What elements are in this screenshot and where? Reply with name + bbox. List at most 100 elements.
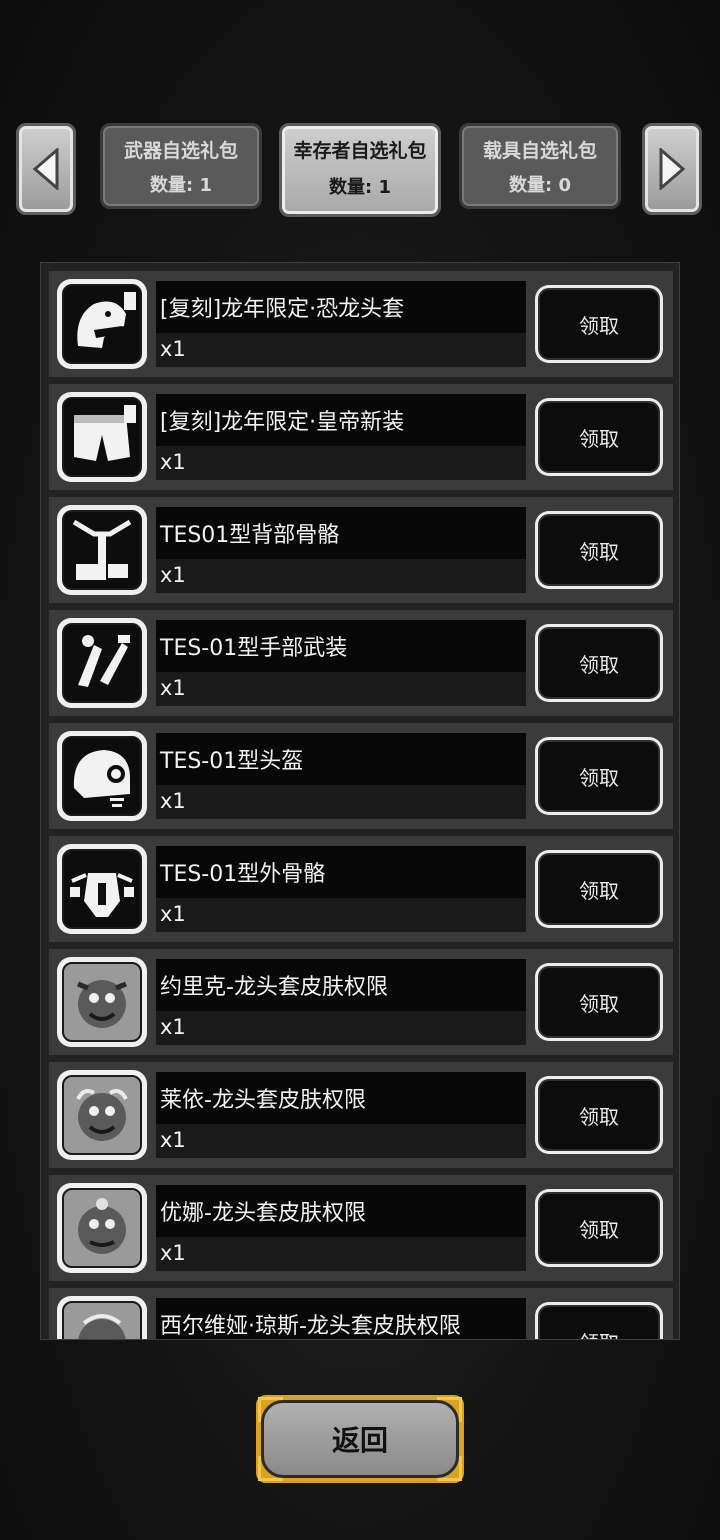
item-qty-bar: x1 xyxy=(156,1237,526,1271)
back-label: 返回 xyxy=(261,1400,459,1478)
item-icon-frame xyxy=(57,957,147,1047)
tab-weapon-pack[interactable]: 武器自选礼包 数量: 1 xyxy=(100,123,262,209)
item-icon-frame xyxy=(57,392,147,482)
item-list-panel[interactable]: [复刻]龙年限定·恐龙头套 x1 领取 [复刻]龙年限定·皇帝新装 x1 领取 xyxy=(40,262,680,1340)
list-item: [复刻]龙年限定·皇帝新装 x1 领取 xyxy=(49,384,673,490)
back-button[interactable]: 返回 xyxy=(256,1395,464,1483)
arrow-right-icon xyxy=(659,148,686,190)
item-name: TES-01型外骨骼 xyxy=(160,862,326,887)
tab-label: 载具自选礼包 xyxy=(482,140,597,162)
item-name-bar: TES-01型头盔 xyxy=(156,733,526,785)
claim-label: 领取 xyxy=(538,514,660,586)
claim-label: 领取 xyxy=(538,1192,660,1264)
item-quantity: x1 xyxy=(160,1015,186,1039)
dinosaur-head-icon xyxy=(62,284,142,364)
item-qty-bar: x1 xyxy=(156,1124,526,1158)
claim-button[interactable]: 领取 xyxy=(535,1076,663,1154)
list-item: 莱依-龙头套皮肤权限 x1 领取 xyxy=(49,1062,673,1168)
item-quantity: x1 xyxy=(160,676,186,700)
claim-label: 领取 xyxy=(538,1305,660,1339)
item-qty-bar: x1 xyxy=(156,1011,526,1045)
claim-button[interactable]: 领取 xyxy=(535,1189,663,1267)
shorts-icon xyxy=(62,397,142,477)
item-name-bar: TES-01型外骨骼 xyxy=(156,846,526,898)
claim-label: 领取 xyxy=(538,966,660,1038)
item-icon-frame xyxy=(57,844,147,934)
dragon-portrait-icon xyxy=(62,1188,142,1268)
list-item: 西尔维娅·琼斯-龙头套皮肤权限 x1 领取 xyxy=(49,1288,673,1339)
item-icon-frame xyxy=(57,505,147,595)
claim-button[interactable]: 领取 xyxy=(535,963,663,1041)
item-icon-frame xyxy=(57,279,147,369)
item-name: TES-01型手部武装 xyxy=(160,636,348,661)
exoskeleton-icon xyxy=(62,849,142,929)
list-item: TES-01型头盔 x1 领取 xyxy=(49,723,673,829)
item-name: 莱依-龙头套皮肤权限 xyxy=(160,1088,366,1113)
item-qty-bar: x1 xyxy=(156,785,526,819)
item-quantity: x1 xyxy=(160,902,186,926)
item-qty-bar: x1 xyxy=(156,898,526,932)
list-item: 约里克-龙头套皮肤权限 x1 领取 xyxy=(49,949,673,1055)
item-name-bar: 约里克-龙头套皮肤权限 xyxy=(156,959,526,1011)
item-icon-frame xyxy=(57,1183,147,1273)
item-name: 西尔维娅·琼斯-龙头套皮肤权限 xyxy=(160,1314,461,1339)
item-quantity: x1 xyxy=(160,563,186,587)
item-icon-frame xyxy=(57,1296,147,1339)
tab-label: 幸存者自选礼包 xyxy=(293,140,427,162)
dragon-portrait-icon xyxy=(62,962,142,1042)
tab-vehicle-pack[interactable]: 载具自选礼包 数量: 0 xyxy=(459,123,621,209)
claim-label: 领取 xyxy=(538,740,660,812)
tab-label: 武器自选礼包 xyxy=(123,140,238,162)
tab-count: 数量: 0 xyxy=(509,175,571,196)
item-quantity: x1 xyxy=(160,450,186,474)
item-icon-frame xyxy=(57,618,147,708)
list-item: TES01型背部骨骼 x1 领取 xyxy=(49,497,673,603)
corner-ornament-icon xyxy=(437,1397,462,1422)
item-name-bar: [复刻]龙年限定·恐龙头套 xyxy=(156,281,526,333)
item-name-bar: [复刻]龙年限定·皇帝新装 xyxy=(156,394,526,446)
claim-label: 领取 xyxy=(538,627,660,699)
item-name: 优娜-龙头套皮肤权限 xyxy=(160,1201,366,1226)
prev-arrow-button[interactable] xyxy=(16,123,76,215)
claim-button[interactable]: 领取 xyxy=(535,511,663,589)
item-qty-bar: x1 xyxy=(156,333,526,367)
item-icon-frame xyxy=(57,1070,147,1160)
item-name-bar: 优娜-龙头套皮肤权限 xyxy=(156,1185,526,1237)
arrow-left-icon xyxy=(32,148,59,190)
item-qty-bar: x1 xyxy=(156,446,526,480)
arm-weapon-icon xyxy=(62,623,142,703)
claim-label: 领取 xyxy=(538,1079,660,1151)
claim-button[interactable]: 领取 xyxy=(535,398,663,476)
list-item: TES-01型手部武装 x1 领取 xyxy=(49,610,673,716)
tab-survivor-pack[interactable]: 幸存者自选礼包 数量: 1 xyxy=(279,123,441,217)
list-item: [复刻]龙年限定·恐龙头套 x1 领取 xyxy=(49,271,673,377)
corner-ornament-icon xyxy=(437,1456,462,1481)
item-icon-frame xyxy=(57,731,147,821)
dragon-portrait-icon xyxy=(62,1301,142,1339)
claim-button[interactable]: 领取 xyxy=(535,285,663,363)
claim-button[interactable]: 领取 xyxy=(535,850,663,928)
item-quantity: x1 xyxy=(160,1241,186,1265)
item-qty-bar: x1 xyxy=(156,559,526,593)
claim-button[interactable]: 领取 xyxy=(535,624,663,702)
item-quantity: x1 xyxy=(160,1128,186,1152)
claim-button[interactable]: 领取 xyxy=(535,737,663,815)
claim-button[interactable]: 领取 xyxy=(535,1302,663,1339)
next-arrow-button[interactable] xyxy=(642,123,702,215)
item-name-bar: TES-01型手部武装 xyxy=(156,620,526,672)
tab-count: 数量: 1 xyxy=(150,175,212,196)
item-name: [复刻]龙年限定·皇帝新装 xyxy=(160,410,405,435)
item-qty-bar: x1 xyxy=(156,672,526,706)
item-name: [复刻]龙年限定·恐龙头套 xyxy=(160,297,405,322)
claim-label: 领取 xyxy=(538,401,660,473)
item-name-bar: TES01型背部骨骼 xyxy=(156,507,526,559)
list-item: 优娜-龙头套皮肤权限 x1 领取 xyxy=(49,1175,673,1281)
back-exoskeleton-icon xyxy=(62,510,142,590)
item-name-bar: 西尔维娅·琼斯-龙头套皮肤权限 xyxy=(156,1298,526,1339)
helmet-icon xyxy=(62,736,142,816)
dragon-portrait-icon xyxy=(62,1075,142,1155)
claim-label: 领取 xyxy=(538,853,660,925)
tab-count: 数量: 1 xyxy=(329,177,391,198)
corner-ornament-icon xyxy=(258,1397,283,1422)
item-quantity: x1 xyxy=(160,337,186,361)
